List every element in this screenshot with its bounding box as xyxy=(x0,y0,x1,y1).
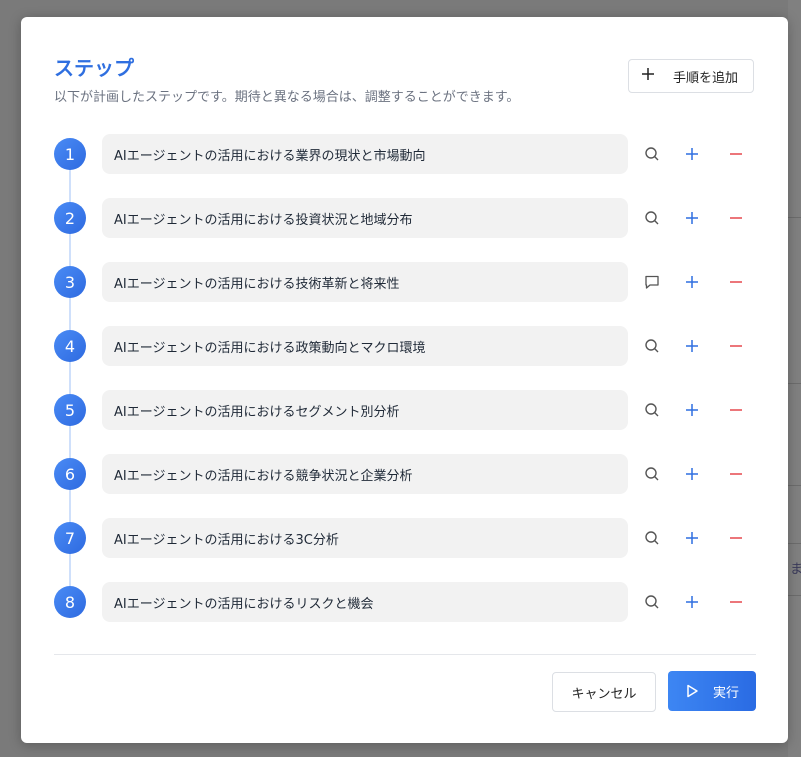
remove-step-icon[interactable] xyxy=(724,462,748,486)
step-row: 2 AIエージェントの活用における投資状況と地域分布 xyxy=(54,198,756,238)
step-number-badge: 6 xyxy=(54,458,86,490)
step-number-badge: 4 xyxy=(54,330,86,362)
step-number-badge: 5 xyxy=(54,394,86,426)
footer-divider xyxy=(54,654,756,655)
step-row: 1 AIエージェントの活用における業界の現状と市場動向 xyxy=(54,134,756,174)
step-text-field[interactable]: AIエージェントの活用におけるリスクと機会 xyxy=(102,582,628,622)
add-step-below-icon[interactable] xyxy=(680,334,704,358)
step-text-field[interactable]: AIエージェントの活用における競争状況と企業分析 xyxy=(102,454,628,494)
search-icon[interactable] xyxy=(640,398,664,422)
dialog-title: ステップ xyxy=(54,56,134,80)
add-step-below-icon[interactable] xyxy=(680,526,704,550)
remove-step-icon[interactable] xyxy=(724,398,748,422)
add-step-below-icon[interactable] xyxy=(680,590,704,614)
steps-dialog: ステップ 以下が計画したステップです。期待と異なる場合は、調整することができます… xyxy=(21,17,788,743)
step-text-field[interactable]: AIエージェントの活用における政策動向とマクロ環境 xyxy=(102,326,628,366)
add-step-below-icon[interactable] xyxy=(680,270,704,294)
step-text-field[interactable]: AIエージェントの活用におけるセグメント別分析 xyxy=(102,390,628,430)
run-label: 実行 xyxy=(712,685,739,701)
step-row: 5 AIエージェントの活用におけるセグメント別分析 xyxy=(54,390,756,430)
step-number-badge: 7 xyxy=(54,522,86,554)
backdrop-partial-text: ま xyxy=(790,562,801,577)
step-row: 8 AIエージェントの活用におけるリスクと機会 xyxy=(54,582,756,622)
remove-step-icon[interactable] xyxy=(724,270,748,294)
add-step-below-icon[interactable] xyxy=(680,462,704,486)
play-icon xyxy=(685,684,699,698)
add-step-below-icon[interactable] xyxy=(680,142,704,166)
step-text-field[interactable]: AIエージェントの活用における3C分析 xyxy=(102,518,628,558)
plus-icon xyxy=(641,67,657,85)
backdrop-divider xyxy=(788,383,801,384)
remove-step-icon[interactable] xyxy=(724,334,748,358)
search-icon[interactable] xyxy=(640,462,664,486)
add-step-button[interactable]: 手順を追加 xyxy=(628,59,754,93)
backdrop-divider xyxy=(788,543,801,544)
remove-step-icon[interactable] xyxy=(724,206,748,230)
search-icon[interactable] xyxy=(640,590,664,614)
search-icon[interactable] xyxy=(640,334,664,358)
step-number-badge: 2 xyxy=(54,202,86,234)
backdrop-divider xyxy=(788,595,801,596)
cancel-button[interactable]: キャンセル xyxy=(552,672,656,712)
step-row: 7 AIエージェントの活用における3C分析 xyxy=(54,518,756,558)
search-icon[interactable] xyxy=(640,526,664,550)
step-row: 3 AIエージェントの活用における技術革新と将来性 xyxy=(54,262,756,302)
chat-icon[interactable] xyxy=(640,270,664,294)
search-icon[interactable] xyxy=(640,206,664,230)
add-step-label: 手順を追加 xyxy=(673,70,739,86)
step-row: 4 AIエージェントの活用における政策動向とマクロ環境 xyxy=(54,326,756,366)
step-text-field[interactable]: AIエージェントの活用における技術革新と将来性 xyxy=(102,262,628,302)
remove-step-icon[interactable] xyxy=(724,590,748,614)
step-row: 6 AIエージェントの活用における競争状況と企業分析 xyxy=(54,454,756,494)
dialog-subtitle: 以下が計画したステップです。期待と異なる場合は、調整することができます。 xyxy=(54,90,520,105)
step-text-field[interactable]: AIエージェントの活用における投資状況と地域分布 xyxy=(102,198,628,238)
remove-step-icon[interactable] xyxy=(724,526,748,550)
backdrop-divider xyxy=(788,485,801,486)
run-button[interactable]: 実行 xyxy=(668,671,756,711)
search-icon[interactable] xyxy=(640,142,664,166)
step-number-badge: 1 xyxy=(54,138,86,170)
backdrop-edge xyxy=(788,0,801,757)
backdrop-divider xyxy=(788,217,801,218)
step-text-field[interactable]: AIエージェントの活用における業界の現状と市場動向 xyxy=(102,134,628,174)
remove-step-icon[interactable] xyxy=(724,142,748,166)
step-number-badge: 3 xyxy=(54,266,86,298)
add-step-below-icon[interactable] xyxy=(680,398,704,422)
step-number-badge: 8 xyxy=(54,586,86,618)
add-step-below-icon[interactable] xyxy=(680,206,704,230)
